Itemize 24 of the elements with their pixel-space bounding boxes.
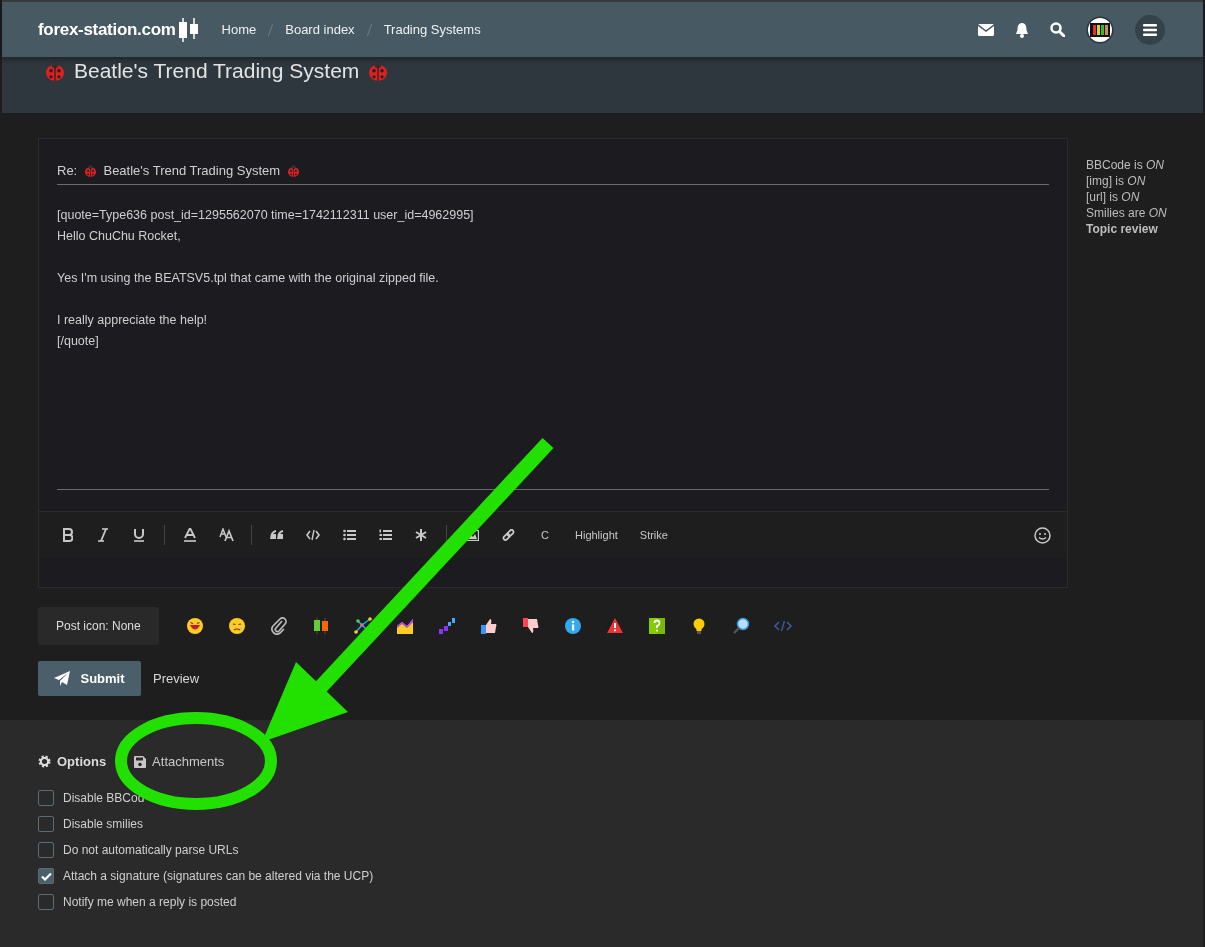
- message-field[interactable]: [quote=Type636 post_id=1295562070 time=1742112311 user_id=4962995] Hello ChuChu Rocket, Yes I'm using the BEATSV5.tpl that came with the original zipped file. I really appreciate the help! [/quote]: [57, 185, 1049, 490]
- status-text: BBCode is ON: [1086, 157, 1166, 173]
- subject-field[interactable]: Re: Beatle's Trend Trading System: [57, 163, 1049, 185]
- toolbar-button[interactable]: Highlight: [564, 523, 629, 547]
- submit-button[interactable]: Submit: [38, 661, 141, 696]
- breadcrumb-link[interactable]: Board index: [285, 22, 355, 37]
- status-text: [url] is ON: [1086, 189, 1141, 205]
- preview-button[interactable]: Preview: [147, 670, 206, 687]
- checkbox-label: Attach a signature (signatures can be altered via the UCP): [63, 869, 374, 883]
- tab[interactable]: Attachments: [134, 754, 231, 769]
- tab[interactable]: Options: [38, 754, 113, 769]
- breadcrumb-link[interactable]: Trading Systems: [383, 22, 481, 37]
- breadcrumb-link[interactable]: Home: [221, 22, 257, 37]
- site-logo[interactable]: forex-station.com: [38, 19, 176, 40]
- checkbox-label: Do not automatically parse URLs: [63, 843, 239, 857]
- toolbar-button[interactable]: C: [526, 523, 564, 547]
- checkbox-label: Notify me when a reply is posted: [63, 895, 237, 909]
- topic-review-link[interactable]: Topic review: [1086, 221, 1167, 237]
- status-text: [img] is ON: [1086, 173, 1147, 189]
- post-icon-button[interactable]: Post icon: None: [38, 607, 159, 645]
- toolbar-button[interactable]: Strike: [628, 523, 679, 547]
- checkbox-label: Disable smilies: [63, 817, 144, 831]
- status-text: Smilies are ON: [1086, 205, 1167, 221]
- page-title: Beatle's Trend Trading System: [74, 59, 360, 83]
